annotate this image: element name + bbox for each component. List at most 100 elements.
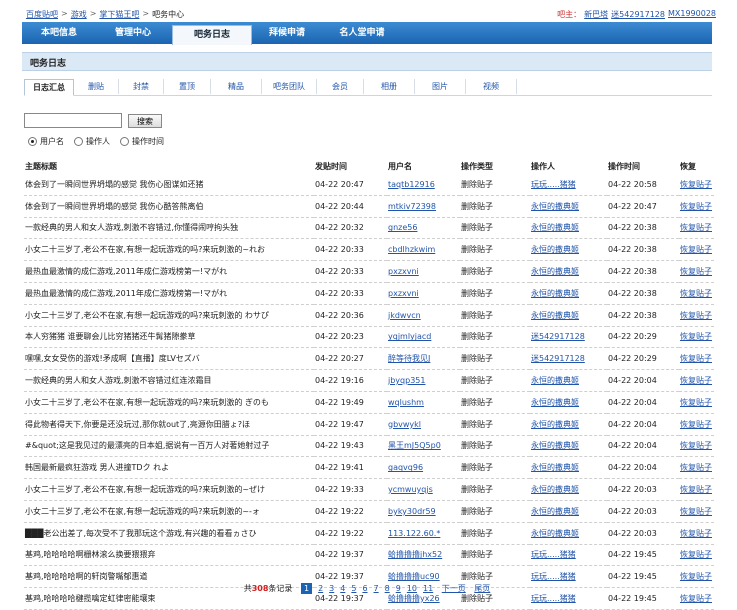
row-operator-link[interactable]: 永恒的撒典姬 xyxy=(531,289,579,298)
row-operator-link[interactable]: 玩玩.....猪猪 xyxy=(531,572,576,581)
breadcrumb-link-tieba[interactable]: 百度贴吧 xyxy=(26,9,58,20)
row-restore-link[interactable]: 恢复贴子 xyxy=(680,267,712,276)
row-restore-link[interactable]: 恢复贴子 xyxy=(680,398,712,407)
page-link[interactable]: 9 xyxy=(396,584,401,593)
page-link[interactable]: 7 xyxy=(374,584,379,593)
row-restore-link[interactable]: 恢复贴子 xyxy=(680,507,712,516)
row-username-link[interactable]: jbyqp351 xyxy=(388,376,425,385)
row-username-link[interactable]: 醉等待我见J xyxy=(388,354,430,363)
row-operator-link[interactable]: 永恒的撒典姬 xyxy=(531,507,579,516)
row-username-link[interactable]: 蛤撸撸撸uc90 xyxy=(388,572,440,581)
page-link[interactable]: 11 xyxy=(423,584,433,593)
page-link[interactable]: 5 xyxy=(351,584,356,593)
row-restore-link[interactable]: 恢复贴子 xyxy=(680,485,712,494)
row-username-link[interactable]: gnze56 xyxy=(388,223,417,232)
subtab-albums[interactable]: 相册 xyxy=(364,79,415,94)
nav-tab-forum-info[interactable]: 本吧信息 xyxy=(22,22,96,44)
row-operator-link[interactable]: 永恒的撒典姬 xyxy=(531,485,579,494)
row-username-link[interactable]: cbdlhzkwim xyxy=(388,245,435,254)
radio-username[interactable] xyxy=(28,137,37,146)
search-button[interactable]: 搜索 xyxy=(128,114,162,128)
page-link[interactable]: 2 xyxy=(318,584,323,593)
row-operator-link[interactable]: 永恒的撒典姬 xyxy=(531,398,579,407)
subtab-ban[interactable]: 封禁 xyxy=(119,79,164,94)
nav-tab-hall-of-fame[interactable]: 名人堂申请 xyxy=(322,22,402,44)
row-restore-link[interactable]: 恢复贴子 xyxy=(680,245,712,254)
row-username-link[interactable]: gbvwykl xyxy=(388,420,421,429)
radio-op-time[interactable] xyxy=(120,137,129,146)
subtab-delete[interactable]: 删贴 xyxy=(74,79,119,94)
row-username-link[interactable]: mtkiv72398 xyxy=(388,202,436,211)
breadcrumb-link-forum[interactable]: 掌下猫王吧 xyxy=(99,9,139,20)
row-username-link[interactable]: 113.122.60.* xyxy=(388,529,440,538)
row-operator-link[interactable]: 玩玩.....猪猪 xyxy=(531,550,576,559)
row-operator-link[interactable]: 玩玩.....猪猪 xyxy=(531,594,576,603)
row-operator-link[interactable]: 永恒的撒典姬 xyxy=(531,311,579,320)
row-username-link[interactable]: gaqvq96 xyxy=(388,463,423,472)
row-restore-link[interactable]: 恢复贴子 xyxy=(680,572,712,581)
nav-tab-management[interactable]: 管理中心 xyxy=(98,22,168,44)
row-restore-link[interactable]: 恢复贴子 xyxy=(680,441,712,450)
row-restore-link[interactable]: 恢复贴子 xyxy=(680,180,712,189)
breadcrumb-link-game[interactable]: 游戏 xyxy=(71,9,87,20)
row-operator-link[interactable]: 永恒的撒典姬 xyxy=(531,441,579,450)
next-page-link[interactable]: 下一页 xyxy=(442,584,466,593)
table-cell: 最热血最激情的成仁游戏,2011年成仁游戏榜第一!マがれ xyxy=(24,260,314,283)
page-link[interactable]: 8 xyxy=(385,584,390,593)
admin-link-3[interactable]: MX1990028 xyxy=(668,9,716,20)
page-link[interactable]: 4 xyxy=(340,584,345,593)
subtab-top[interactable]: 置顶 xyxy=(164,79,211,94)
row-restore-link[interactable]: 恢复贴子 xyxy=(680,463,712,472)
row-operator-link[interactable]: 永恒的撒典姬 xyxy=(531,420,579,429)
row-restore-link[interactable]: 恢复贴子 xyxy=(680,376,712,385)
row-restore-link[interactable]: 恢复贴子 xyxy=(680,223,712,232)
row-restore-link[interactable]: 恢复贴子 xyxy=(680,529,712,538)
row-operator-link[interactable]: 永恒的撒典姬 xyxy=(531,529,579,538)
page-link[interactable]: 10 xyxy=(407,584,417,593)
row-username-link[interactable]: taqtb12916 xyxy=(388,180,435,189)
row-operator-link[interactable]: 玩玩.....猪猪 xyxy=(531,180,576,189)
nav-tab-apply[interactable]: 拜候申请 xyxy=(252,22,322,44)
row-username-link[interactable]: pxzxvni xyxy=(388,289,419,298)
row-restore-link[interactable]: 恢复贴子 xyxy=(680,420,712,429)
subtab-pictures[interactable]: 图片 xyxy=(415,79,466,94)
row-operator-link[interactable]: 永恒的撒典姬 xyxy=(531,267,579,276)
row-username-link[interactable]: yqjmlyjacd xyxy=(388,332,431,341)
row-restore-link[interactable]: 恢复贴子 xyxy=(680,202,712,211)
row-restore-link[interactable]: 恢复贴子 xyxy=(680,354,712,363)
subtab-videos[interactable]: 视频 xyxy=(466,79,517,94)
radio-operator[interactable] xyxy=(74,137,83,146)
row-restore-link[interactable]: 恢复贴子 xyxy=(680,289,712,298)
admin-link-1[interactable]: 新巴塔 xyxy=(584,9,608,20)
row-operator-link[interactable]: 迷542917128 xyxy=(531,332,585,341)
subtab-featured[interactable]: 精品 xyxy=(211,79,262,94)
subtab-admin-team[interactable]: 吧务团队 xyxy=(262,79,317,94)
page-link[interactable]: 6 xyxy=(362,584,367,593)
last-page-link[interactable]: 尾页 xyxy=(474,584,490,593)
row-username-link[interactable]: byky30dr59 xyxy=(388,507,436,516)
search-input[interactable] xyxy=(24,113,122,128)
row-username-link[interactable]: ycmwuyqjs xyxy=(388,485,433,494)
row-restore-link[interactable]: 恢复贴子 xyxy=(680,311,712,320)
subtab-members[interactable]: 会员 xyxy=(317,79,364,94)
row-username-link[interactable]: 蛤撸撸撸jhx52 xyxy=(388,550,442,559)
page-link[interactable]: 3 xyxy=(329,584,334,593)
row-username-link[interactable]: 蛤撸撸撸yx26 xyxy=(388,594,440,603)
row-operator-link[interactable]: 永恒的撒典姬 xyxy=(531,463,579,472)
subtab-summary[interactable]: 日志汇总 xyxy=(24,79,74,96)
row-username-link[interactable]: wqlushm xyxy=(388,398,424,407)
row-operator-link[interactable]: 永恒的撒典姬 xyxy=(531,376,579,385)
row-restore-link[interactable]: 恢复贴子 xyxy=(680,550,712,559)
nav-tab-admin-log[interactable]: 吧务日志 xyxy=(172,25,252,45)
row-operator-link[interactable]: 永恒的撒典姬 xyxy=(531,202,579,211)
row-operator-link[interactable]: 永恒的撒典姬 xyxy=(531,245,579,254)
row-operator-link[interactable]: 永恒的撒典姬 xyxy=(531,223,579,232)
row-username-link[interactable]: pxzxvni xyxy=(388,267,419,276)
current-page[interactable]: 1 xyxy=(300,583,313,594)
admin-link-2[interactable]: 迷542917128 xyxy=(611,9,665,20)
row-operator-link[interactable]: 迷542917128 xyxy=(531,354,585,363)
row-restore-link[interactable]: 恢复贴子 xyxy=(680,594,712,603)
row-username-link[interactable]: jkdwvcn xyxy=(388,311,421,320)
row-username-link[interactable]: 黑王mJ5Q5p0 xyxy=(388,441,441,450)
row-restore-link[interactable]: 恢复贴子 xyxy=(680,332,712,341)
